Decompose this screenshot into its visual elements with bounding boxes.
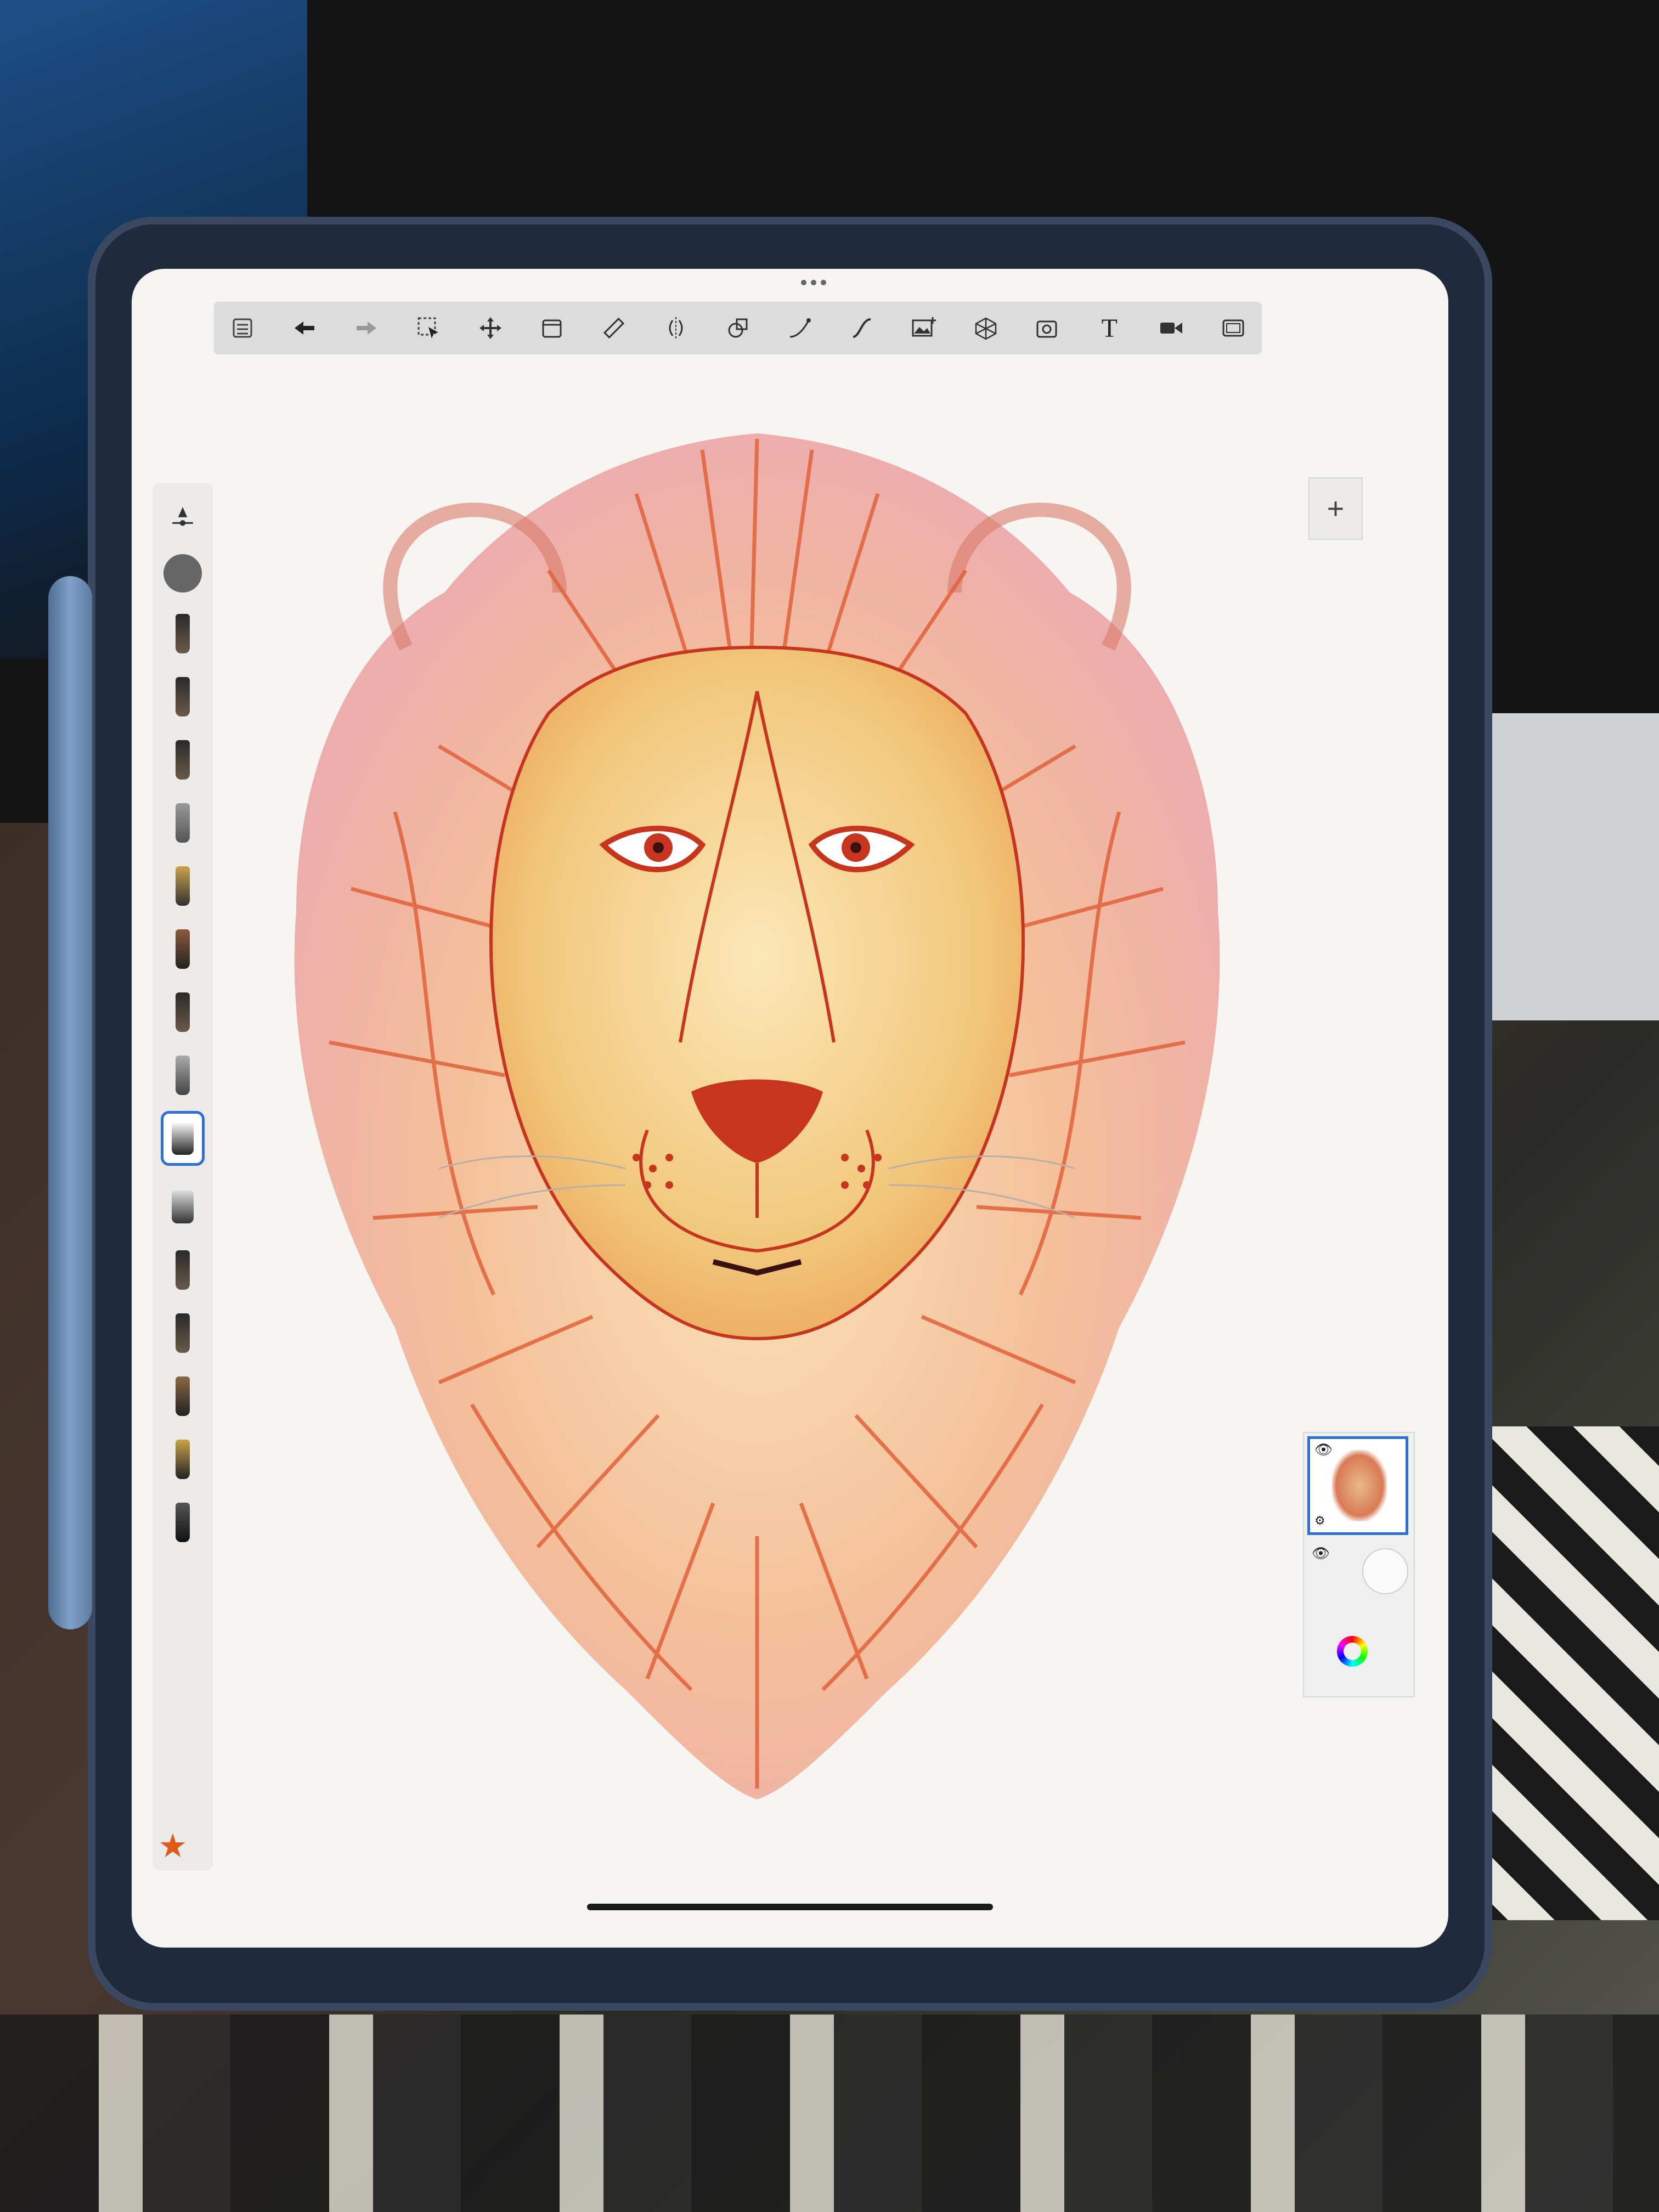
eye-icon[interactable]: 👁 xyxy=(1312,1545,1330,1562)
brush-technical[interactable] xyxy=(163,988,202,1037)
text-icon[interactable]: T xyxy=(1092,311,1127,346)
stroke-icon[interactable] xyxy=(844,311,879,346)
favorites-star-icon[interactable]: ★ xyxy=(158,1827,188,1865)
brush-palette xyxy=(153,483,213,1871)
redo-icon[interactable] xyxy=(349,311,384,346)
list-icon[interactable] xyxy=(225,311,260,346)
perspective-grid-icon[interactable] xyxy=(968,311,1003,346)
video-icon[interactable] xyxy=(1154,311,1189,346)
brush-selected[interactable] xyxy=(161,1111,205,1166)
layer-thumbnail xyxy=(1332,1450,1387,1521)
brush-pen[interactable] xyxy=(163,861,202,911)
drawing-canvas[interactable] xyxy=(208,362,1306,1876)
brush-fine[interactable] xyxy=(163,1051,202,1100)
top-toolbar: T xyxy=(214,302,1262,354)
layer-item-empty[interactable]: 👁 xyxy=(1307,1543,1408,1625)
image-add-icon[interactable] xyxy=(906,311,941,346)
brush-paint[interactable] xyxy=(163,924,202,974)
color-wheel-icon[interactable] xyxy=(1337,1636,1368,1667)
brush-chisel[interactable] xyxy=(163,1182,202,1232)
move-icon[interactable] xyxy=(473,311,508,346)
brush-property-icon[interactable] xyxy=(163,494,202,543)
brush-flat[interactable] xyxy=(163,1372,202,1421)
fullscreen-icon[interactable] xyxy=(1216,311,1251,346)
brush-pencil[interactable] xyxy=(163,609,202,658)
add-layer-button[interactable]: + xyxy=(1308,477,1363,540)
toolbar-grabber[interactable] xyxy=(801,280,826,285)
background-ornament xyxy=(0,2015,1659,2212)
brush-oil[interactable] xyxy=(163,1435,202,1484)
brush-airbrush[interactable] xyxy=(163,798,202,848)
symmetry-icon[interactable] xyxy=(658,311,693,346)
curve-icon[interactable] xyxy=(782,311,817,346)
brush-ink[interactable] xyxy=(163,735,202,785)
time-lapse-icon[interactable] xyxy=(1030,311,1065,346)
brush-texture[interactable] xyxy=(163,1498,202,1547)
undo-icon[interactable] xyxy=(287,311,322,346)
brush-felt[interactable] xyxy=(163,1245,202,1295)
layer-options-icon[interactable]: ⚙ xyxy=(1314,1514,1325,1528)
app-screen: T ★ + 👁 ⚙ 👁 xyxy=(132,269,1448,1948)
layers-panel: 👁 ⚙ 👁 xyxy=(1303,1432,1415,1697)
home-indicator[interactable] xyxy=(587,1904,993,1910)
selection-icon[interactable] xyxy=(411,311,446,346)
brush-preview-icon[interactable] xyxy=(163,549,202,598)
layer-stack-icon[interactable] xyxy=(534,311,569,346)
brush-marker[interactable] xyxy=(163,672,202,721)
stylus-pencil xyxy=(48,576,92,1629)
shapes-icon[interactable] xyxy=(720,311,755,346)
eye-icon[interactable]: 👁 xyxy=(1314,1441,1333,1458)
layer-item-lion[interactable]: 👁 ⚙ xyxy=(1307,1436,1408,1535)
layer-empty-thumbnail xyxy=(1362,1548,1408,1594)
brush-dark[interactable] xyxy=(163,1308,202,1358)
ruler-icon[interactable] xyxy=(596,311,631,346)
